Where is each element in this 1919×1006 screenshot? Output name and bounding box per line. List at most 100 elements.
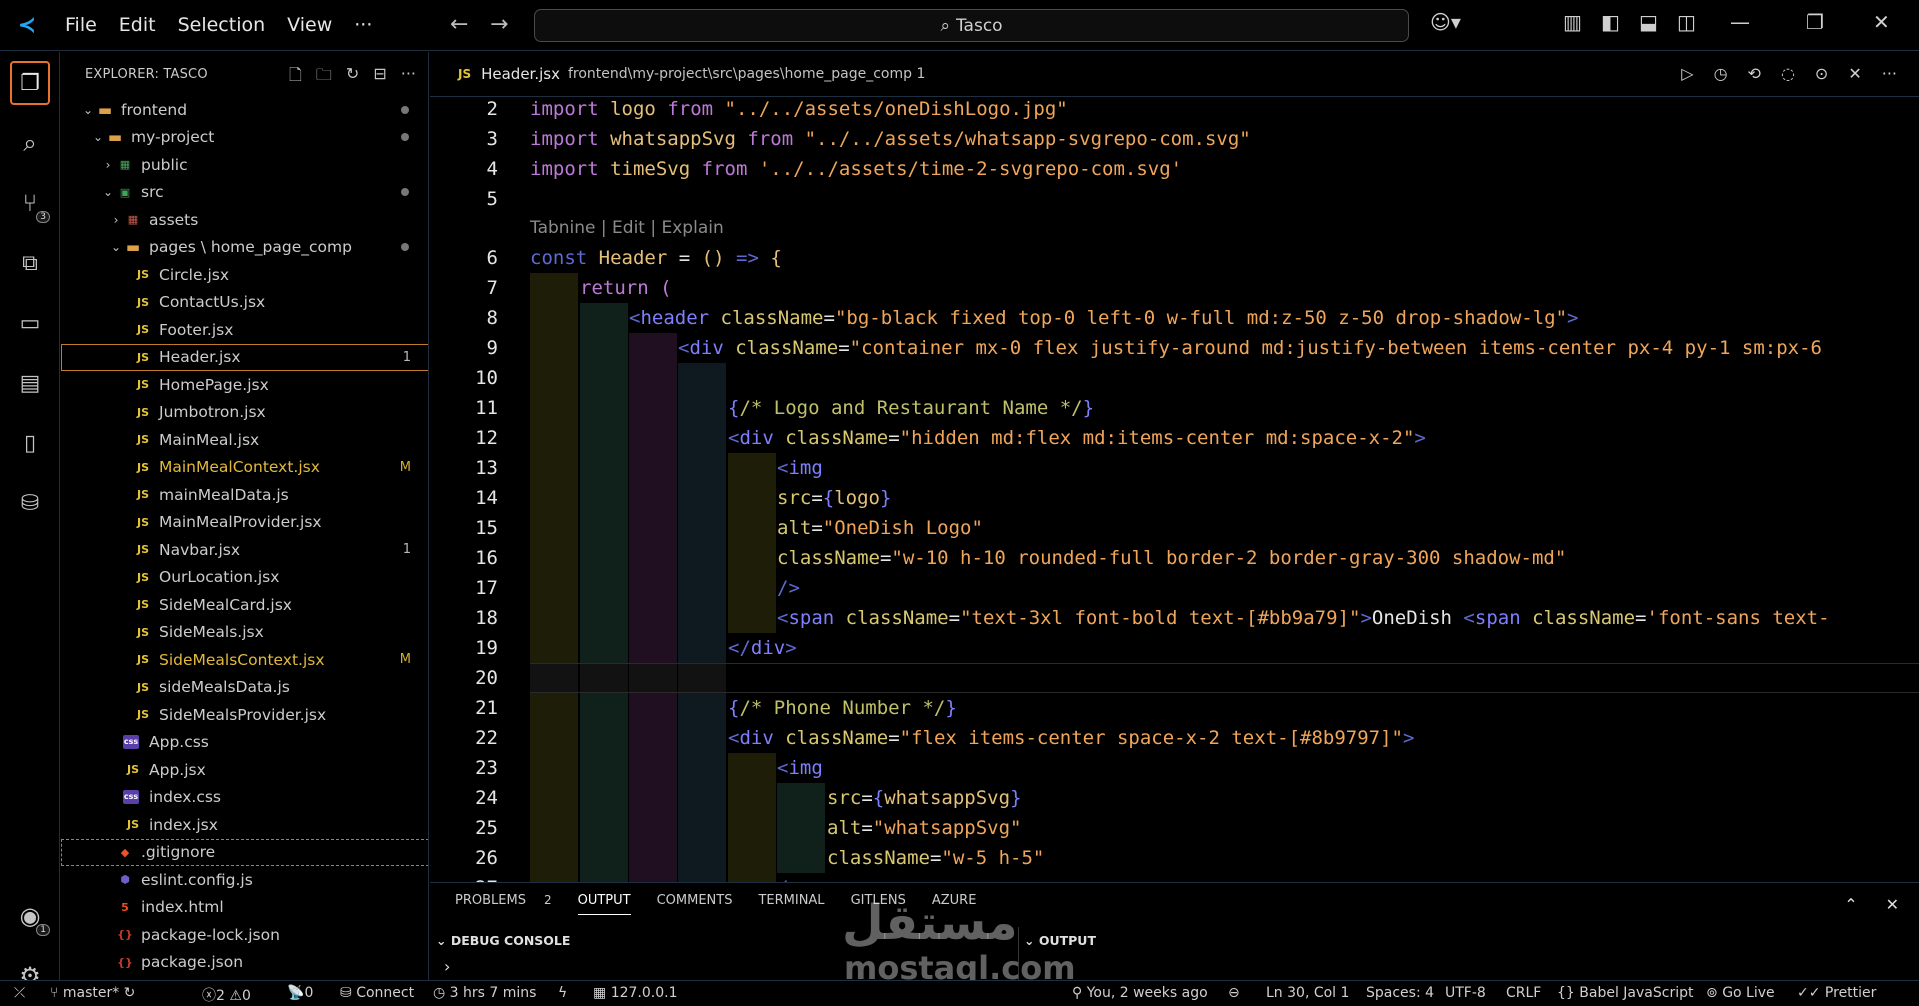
- tree-folder[interactable]: ⌄ ▬ pages \ home_page_comp: [61, 234, 428, 261]
- chevron-up-icon[interactable]: ⌃: [1844, 895, 1857, 914]
- timeline-icon[interactable]: ◷: [1714, 64, 1728, 83]
- server-status[interactable]: ▦ 127.0.0.1: [593, 985, 677, 1001]
- tree-folder[interactable]: › ▦ assets: [61, 206, 428, 233]
- cursor-position[interactable]: Ln 30, Col 1: [1266, 985, 1349, 1001]
- connect-status[interactable]: ⛁ Connect: [340, 985, 414, 1001]
- ports-status[interactable]: 📡0: [287, 985, 313, 1001]
- tree-file[interactable]: JS MainMealProvider.jsx: [61, 509, 428, 536]
- tree-file[interactable]: JS App.jsx: [61, 756, 428, 783]
- debug-console-prompt[interactable]: ›: [444, 957, 450, 976]
- tree-file[interactable]: {} package-lock.json: [61, 921, 428, 948]
- tree-file[interactable]: JS ContactUs.jsx: [61, 289, 428, 316]
- minimize-icon[interactable]: —: [1730, 10, 1750, 34]
- run-icon[interactable]: ▷: [1681, 64, 1693, 83]
- menu-item[interactable]: Selection: [167, 0, 277, 51]
- branch-status[interactable]: ⑂ master* ↻: [50, 985, 135, 1001]
- tree-file[interactable]: 5 index.html: [61, 894, 428, 921]
- copilot-icon[interactable]: ☺▾: [1430, 10, 1461, 34]
- tree-file[interactable]: JS Circle.jsx: [61, 261, 428, 288]
- tree-file[interactable]: JS SideMealsProvider.jsx: [61, 701, 428, 728]
- tree-folder[interactable]: ⌄ ▣ src: [61, 179, 428, 206]
- tree-file[interactable]: JS mainMealData.js: [61, 481, 428, 508]
- tree-item-label: src: [141, 183, 164, 201]
- source-control-activity[interactable]: ⑂ 3: [0, 175, 60, 231]
- tree-file[interactable]: JS HomePage.jsx: [61, 371, 428, 398]
- tree-file[interactable]: JS OurLocation.jsx: [61, 564, 428, 591]
- toggle-primary-sidebar-icon[interactable]: ◧: [1601, 10, 1620, 34]
- back-arrow-icon[interactable]: ←: [450, 12, 468, 37]
- tree-file[interactable]: {} package.json: [61, 949, 428, 976]
- forward-arrow-icon[interactable]: →: [490, 12, 508, 37]
- tree-file[interactable]: JS Navbar.jsx 1: [61, 536, 428, 563]
- command-center-search[interactable]: ⌕ Tasco: [534, 9, 1409, 42]
- extensions-activity[interactable]: ⧉: [0, 235, 60, 291]
- go-live-status[interactable]: ⊚ Go Live: [1706, 985, 1775, 1001]
- more-menu-button[interactable]: ···: [343, 0, 383, 51]
- menu-item[interactable]: File: [54, 0, 108, 51]
- debug-console-header[interactable]: ⌄ DEBUG CONSOLE: [436, 933, 570, 948]
- tree-file[interactable]: ⬢ eslint.config.js: [61, 866, 428, 893]
- close-window-icon[interactable]: ✕: [1873, 10, 1890, 34]
- refresh-icon[interactable]: ↻: [346, 64, 359, 91]
- indentation-status[interactable]: Spaces: 4: [1366, 985, 1434, 1001]
- tree-folder[interactable]: ⌄ ▬ frontend: [61, 96, 428, 123]
- tab-comments[interactable]: COMMENTS: [657, 893, 733, 915]
- zoom-icon[interactable]: ⊖: [1228, 985, 1240, 1001]
- compare-icon[interactable]: ⟲: [1748, 64, 1761, 83]
- remote-explorer-activity[interactable]: ▭: [0, 295, 60, 351]
- new-folder-icon[interactable]: 🗀: [316, 64, 332, 91]
- tree-file[interactable]: css App.css: [61, 729, 428, 756]
- git-blame-status[interactable]: ⚲ You, 2 weeks ago: [1072, 985, 1208, 1001]
- output-header[interactable]: ⌄ OUTPUT: [1024, 933, 1096, 948]
- tree-file[interactable]: JS sideMealsData.js: [61, 674, 428, 701]
- toggle-panel-icon[interactable]: ⬓: [1639, 10, 1658, 34]
- tab-output[interactable]: OUTPUT: [577, 893, 631, 915]
- close-editor-icon[interactable]: ✕: [1848, 64, 1861, 83]
- next-change-icon[interactable]: ⊙: [1815, 64, 1828, 83]
- previous-change-icon[interactable]: ◌: [1781, 64, 1795, 83]
- js-file-icon: JS: [136, 680, 149, 694]
- tree-file[interactable]: JS MainMeal.jsx: [61, 426, 428, 453]
- device-activity[interactable]: ▯: [0, 415, 60, 471]
- tab-problems[interactable]: PROBLEMS 2: [455, 893, 552, 915]
- tree-folder[interactable]: › ▦ public: [61, 151, 428, 178]
- restore-icon[interactable]: ❐: [1806, 10, 1824, 34]
- remote-indicator-icon[interactable]: ⤫: [14, 985, 25, 1001]
- collapse-all-icon[interactable]: ⊟: [373, 64, 386, 91]
- language-status[interactable]: {} Babel JavaScript: [1557, 985, 1693, 1001]
- wakatime-status[interactable]: ◷ 3 hrs 7 mins: [433, 985, 536, 1001]
- codelens[interactable]: Tabnine | Edit | Explain: [430, 213, 1919, 243]
- new-file-icon[interactable]: 🗋: [289, 64, 302, 91]
- tree-file[interactable]: JS Header.jsx 1: [61, 343, 428, 371]
- search-activity[interactable]: ⌕: [0, 115, 60, 171]
- tree-file[interactable]: JS SideMeals.jsx: [61, 619, 428, 646]
- toggle-panel-layout-icon[interactable]: ▥: [1563, 10, 1582, 34]
- code-editor[interactable]: 2 import logo from "../../assets/oneDishL…: [430, 97, 1919, 882]
- editor-tab-header[interactable]: Header.jsx: [481, 65, 560, 83]
- more-actions-icon[interactable]: ···: [401, 64, 416, 91]
- prettier-status[interactable]: ✓✓ Prettier: [1797, 985, 1876, 1001]
- database-activity[interactable]: ⛁: [0, 475, 60, 531]
- tree-file[interactable]: JS index.jsx: [61, 811, 428, 838]
- tree-folder[interactable]: ⌄ ▬ my-project: [61, 124, 428, 151]
- problems-status[interactable]: ⓧ2 ⚠0: [202, 985, 251, 1005]
- tab-terminal[interactable]: TERMINAL: [758, 893, 824, 915]
- toggle-secondary-sidebar-icon[interactable]: ◫: [1677, 10, 1696, 34]
- eol-status[interactable]: CRLF: [1506, 985, 1541, 1001]
- tree-file[interactable]: ◆ .gitignore: [61, 838, 428, 866]
- tabs-activity[interactable]: ▤: [0, 355, 60, 411]
- accounts-activity[interactable]: ◉ 1: [0, 888, 60, 944]
- close-panel-icon[interactable]: ✕: [1886, 895, 1899, 914]
- encoding-status[interactable]: UTF-8: [1445, 985, 1486, 1001]
- explorer-activity[interactable]: ❐: [0, 55, 60, 111]
- tree-file[interactable]: css index.css: [61, 784, 428, 811]
- menu-item[interactable]: Edit: [108, 0, 167, 51]
- tree-file[interactable]: JS Footer.jsx: [61, 316, 428, 343]
- tree-file[interactable]: JS SideMealsContext.jsx M: [61, 646, 428, 673]
- tree-file[interactable]: JS Jumbotron.jsx: [61, 399, 428, 426]
- more-actions-icon[interactable]: ···: [1882, 64, 1897, 83]
- menu-item[interactable]: View: [276, 0, 343, 51]
- lightning-icon[interactable]: ϟ: [558, 985, 567, 1001]
- tree-file[interactable]: JS MainMealContext.jsx M: [61, 454, 428, 481]
- tree-file[interactable]: JS SideMealCard.jsx: [61, 591, 428, 618]
